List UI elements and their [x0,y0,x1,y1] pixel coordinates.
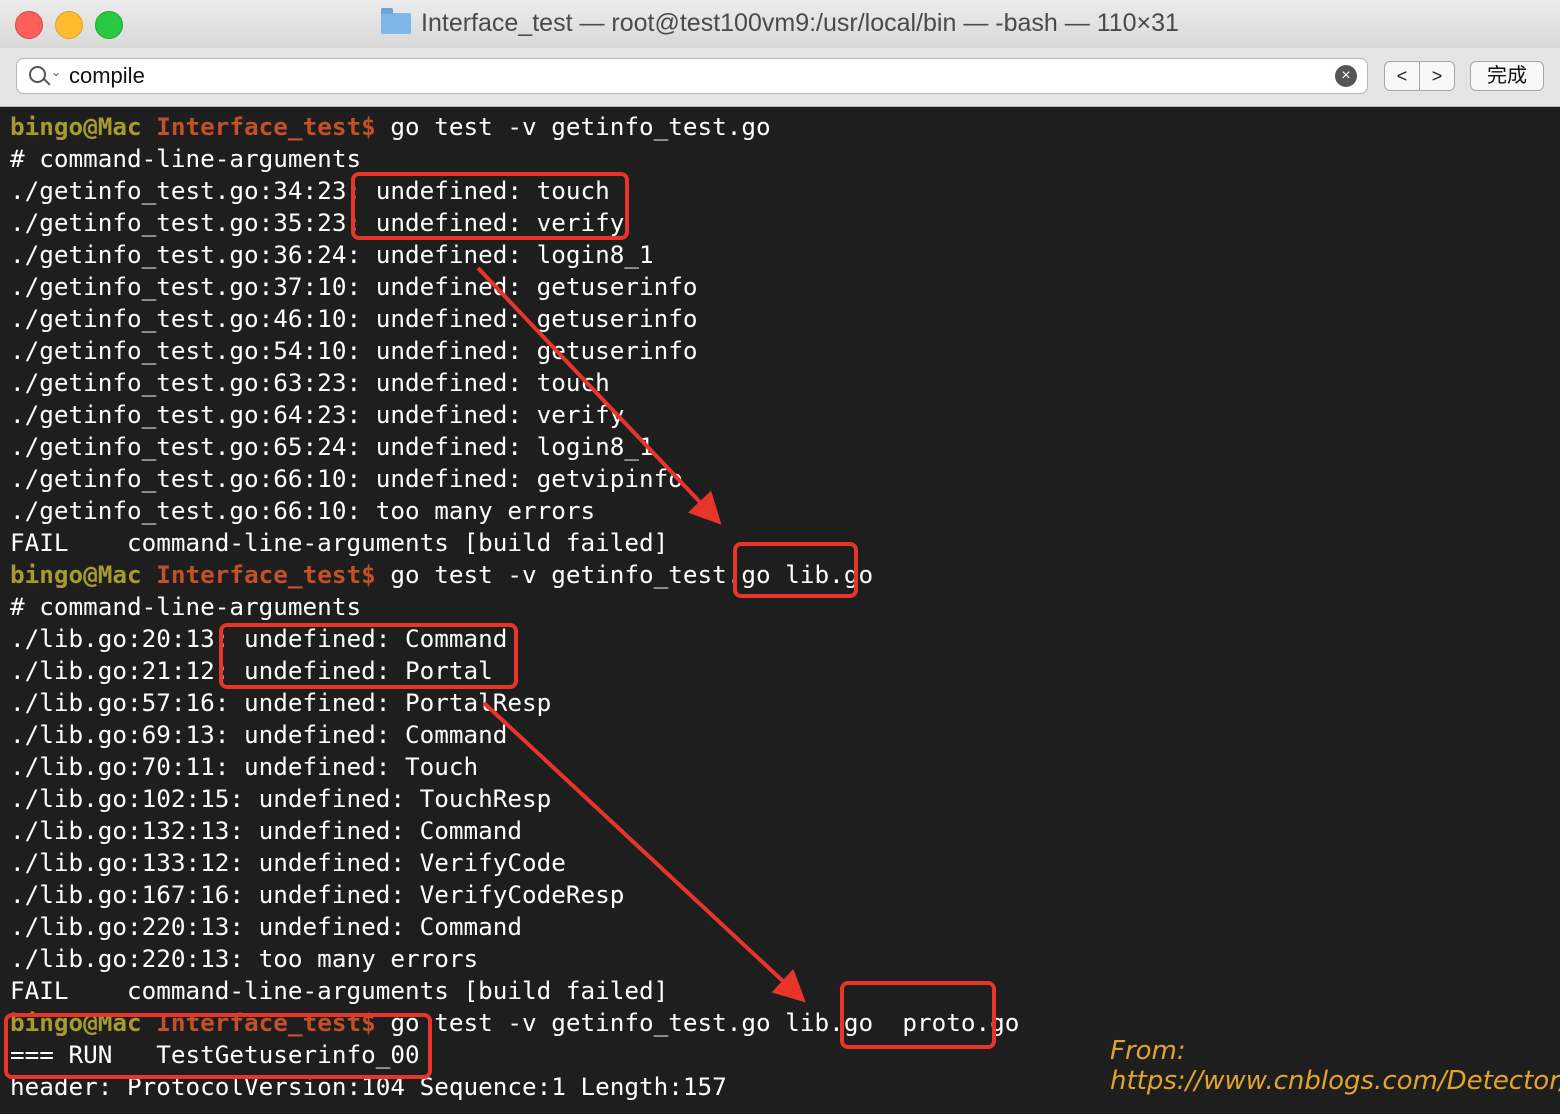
arrow-line [478,268,716,519]
watermark: From: https://www.cnblogs.com/Detector/ [1110,1036,1560,1096]
annotation-arrows [0,0,1560,1114]
arrow-line [484,703,800,997]
